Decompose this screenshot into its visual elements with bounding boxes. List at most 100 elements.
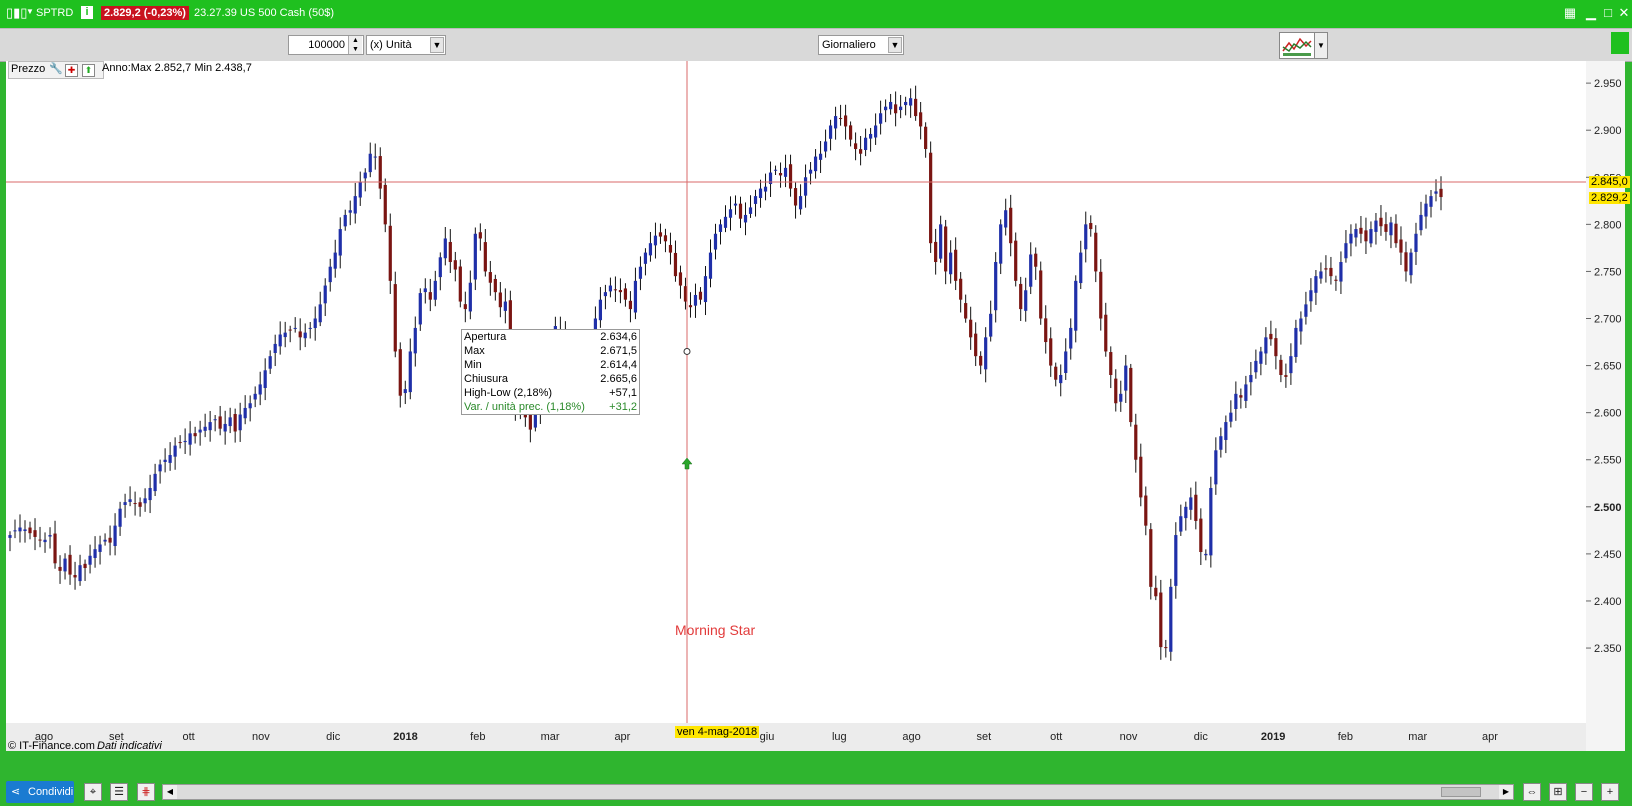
candle-body: [328, 266, 332, 283]
candle-body: [1014, 240, 1018, 281]
crosshair-point: [683, 347, 691, 355]
horizontal-scrollbar[interactable]: ◀ ▶: [162, 784, 1514, 800]
candle-body: [498, 292, 502, 308]
candle-body: [979, 355, 983, 366]
candle-body: [33, 530, 37, 537]
unit-select[interactable]: (x) Unità ▼: [366, 35, 446, 55]
info-icon[interactable]: i: [81, 6, 93, 19]
candle-body: [1414, 233, 1418, 252]
candle-body: [698, 291, 703, 300]
candle-body: [853, 143, 858, 150]
candle-body: [368, 153, 372, 173]
y-tick-label: 2.750: [1594, 266, 1622, 278]
remove-panel-icon[interactable]: ✚: [65, 64, 78, 77]
candle-body: [1099, 271, 1103, 319]
quantity-stepper[interactable]: 100000 ▲ ▼: [288, 35, 364, 55]
keyboard-icon[interactable]: ▦: [1560, 6, 1580, 20]
candle-body: [879, 113, 883, 124]
candle-body: [628, 300, 633, 310]
candle-body: [1189, 497, 1193, 510]
candle-body: [673, 252, 678, 277]
candle-body: [243, 407, 247, 419]
candle-body: [989, 313, 993, 337]
candle-body: [303, 332, 307, 339]
candle-body: [438, 257, 442, 278]
x-tick-label: apr: [1482, 731, 1498, 743]
candle-body: [763, 186, 768, 192]
candle-body: [1224, 422, 1228, 440]
price-chart[interactable]: 2.9502.9002.8502.8002.7502.7002.6502.600…: [6, 61, 1625, 751]
share-button[interactable]: ⋖ Condividi: [6, 781, 74, 803]
symbol-label[interactable]: SPTRD: [36, 7, 73, 19]
candle-body: [1029, 254, 1033, 287]
candle-body: [954, 249, 958, 281]
candle-body: [1119, 393, 1123, 402]
candle-body: [378, 156, 382, 189]
wrench-icon[interactable]: 🔧: [49, 62, 63, 75]
side-panel-toggle-icon[interactable]: [1611, 32, 1629, 54]
candle-body: [863, 137, 868, 150]
candle-body: [168, 455, 172, 463]
scroll-right-icon[interactable]: ▶: [1499, 785, 1513, 799]
tooltip-row-value: 2.614,4: [600, 359, 637, 371]
close-icon[interactable]: ✕: [1617, 6, 1631, 20]
candle-body: [758, 188, 763, 199]
candle-body: [828, 125, 833, 139]
indicators-button[interactable]: [1279, 32, 1315, 59]
candle-body: [1229, 412, 1233, 422]
indicators-dropdown-icon[interactable]: ▼: [1314, 32, 1328, 59]
zoom-area-icon[interactable]: ⊞: [1549, 783, 1567, 801]
chevron-down-icon[interactable]: ▼: [26, 7, 34, 16]
x-tick-label: dic: [326, 731, 341, 743]
time-and-instrument-label: 23.27.39 US 500 Cash (50$): [194, 7, 335, 19]
candle-body: [1359, 227, 1363, 234]
candle-body: [213, 419, 217, 421]
chevron-down-icon[interactable]: ▼: [430, 37, 444, 53]
zoom-out-icon[interactable]: −: [1575, 783, 1593, 801]
chart-type-icon[interactable]: ▯▮▯: [6, 5, 27, 21]
stepper-arrows-icon[interactable]: ▲ ▼: [348, 36, 362, 54]
minimize-icon[interactable]: ▁: [1584, 6, 1598, 20]
y-tick-label: 2.950: [1594, 78, 1622, 90]
candle-body: [413, 327, 417, 354]
maximize-icon[interactable]: □: [1601, 6, 1615, 20]
candle-body: [1204, 553, 1208, 556]
candle-body: [788, 164, 793, 189]
chart-panel[interactable]: 2.9502.9002.8502.8002.7502.7002.6502.600…: [6, 61, 1630, 752]
candle-body: [1324, 268, 1328, 270]
candle-body: [503, 301, 507, 311]
cursor-tool-icon[interactable]: ⌖: [84, 783, 102, 801]
drawing-tools-icon[interactable]: ⋕: [137, 783, 155, 801]
add-panel-icon[interactable]: ⬆: [82, 64, 95, 77]
zoom-in-icon[interactable]: +: [1601, 783, 1619, 801]
list-tool-icon[interactable]: ☰: [110, 783, 128, 801]
candle-body: [678, 272, 683, 286]
tooltip-row-label: Max: [464, 345, 485, 357]
candle-body: [793, 188, 798, 206]
candle-body: [23, 529, 27, 532]
candle-body: [648, 243, 653, 256]
share-button-label: Condividi: [28, 786, 74, 798]
candle-body: [193, 433, 197, 437]
period-select[interactable]: Giornaliero ▼: [818, 35, 904, 55]
candle-body: [843, 115, 848, 127]
candle-body: [1104, 314, 1108, 352]
year-range-label: Anno:Max 2.852,7 Min 2.438,7: [102, 62, 252, 74]
price-change-badge: 2.829,2 (-0,23%): [101, 6, 189, 20]
scroll-left-icon[interactable]: ◀: [163, 785, 177, 799]
candle-body: [13, 530, 17, 532]
zoom-fit-icon[interactable]: ⇔: [1523, 783, 1541, 801]
candle-body: [363, 172, 367, 179]
candle-body: [198, 429, 202, 433]
candle-body: [53, 533, 57, 564]
candle-body: [298, 331, 302, 338]
candle-body: [1124, 365, 1128, 391]
candle-body: [1329, 267, 1333, 277]
candle-body: [443, 238, 447, 259]
candle-body: [1049, 338, 1053, 366]
candle-body: [688, 305, 693, 308]
candle-body: [1374, 220, 1378, 232]
chevron-down-icon[interactable]: ▼: [888, 37, 902, 53]
candle-body: [1089, 223, 1093, 230]
scroll-thumb[interactable]: [1441, 787, 1481, 797]
